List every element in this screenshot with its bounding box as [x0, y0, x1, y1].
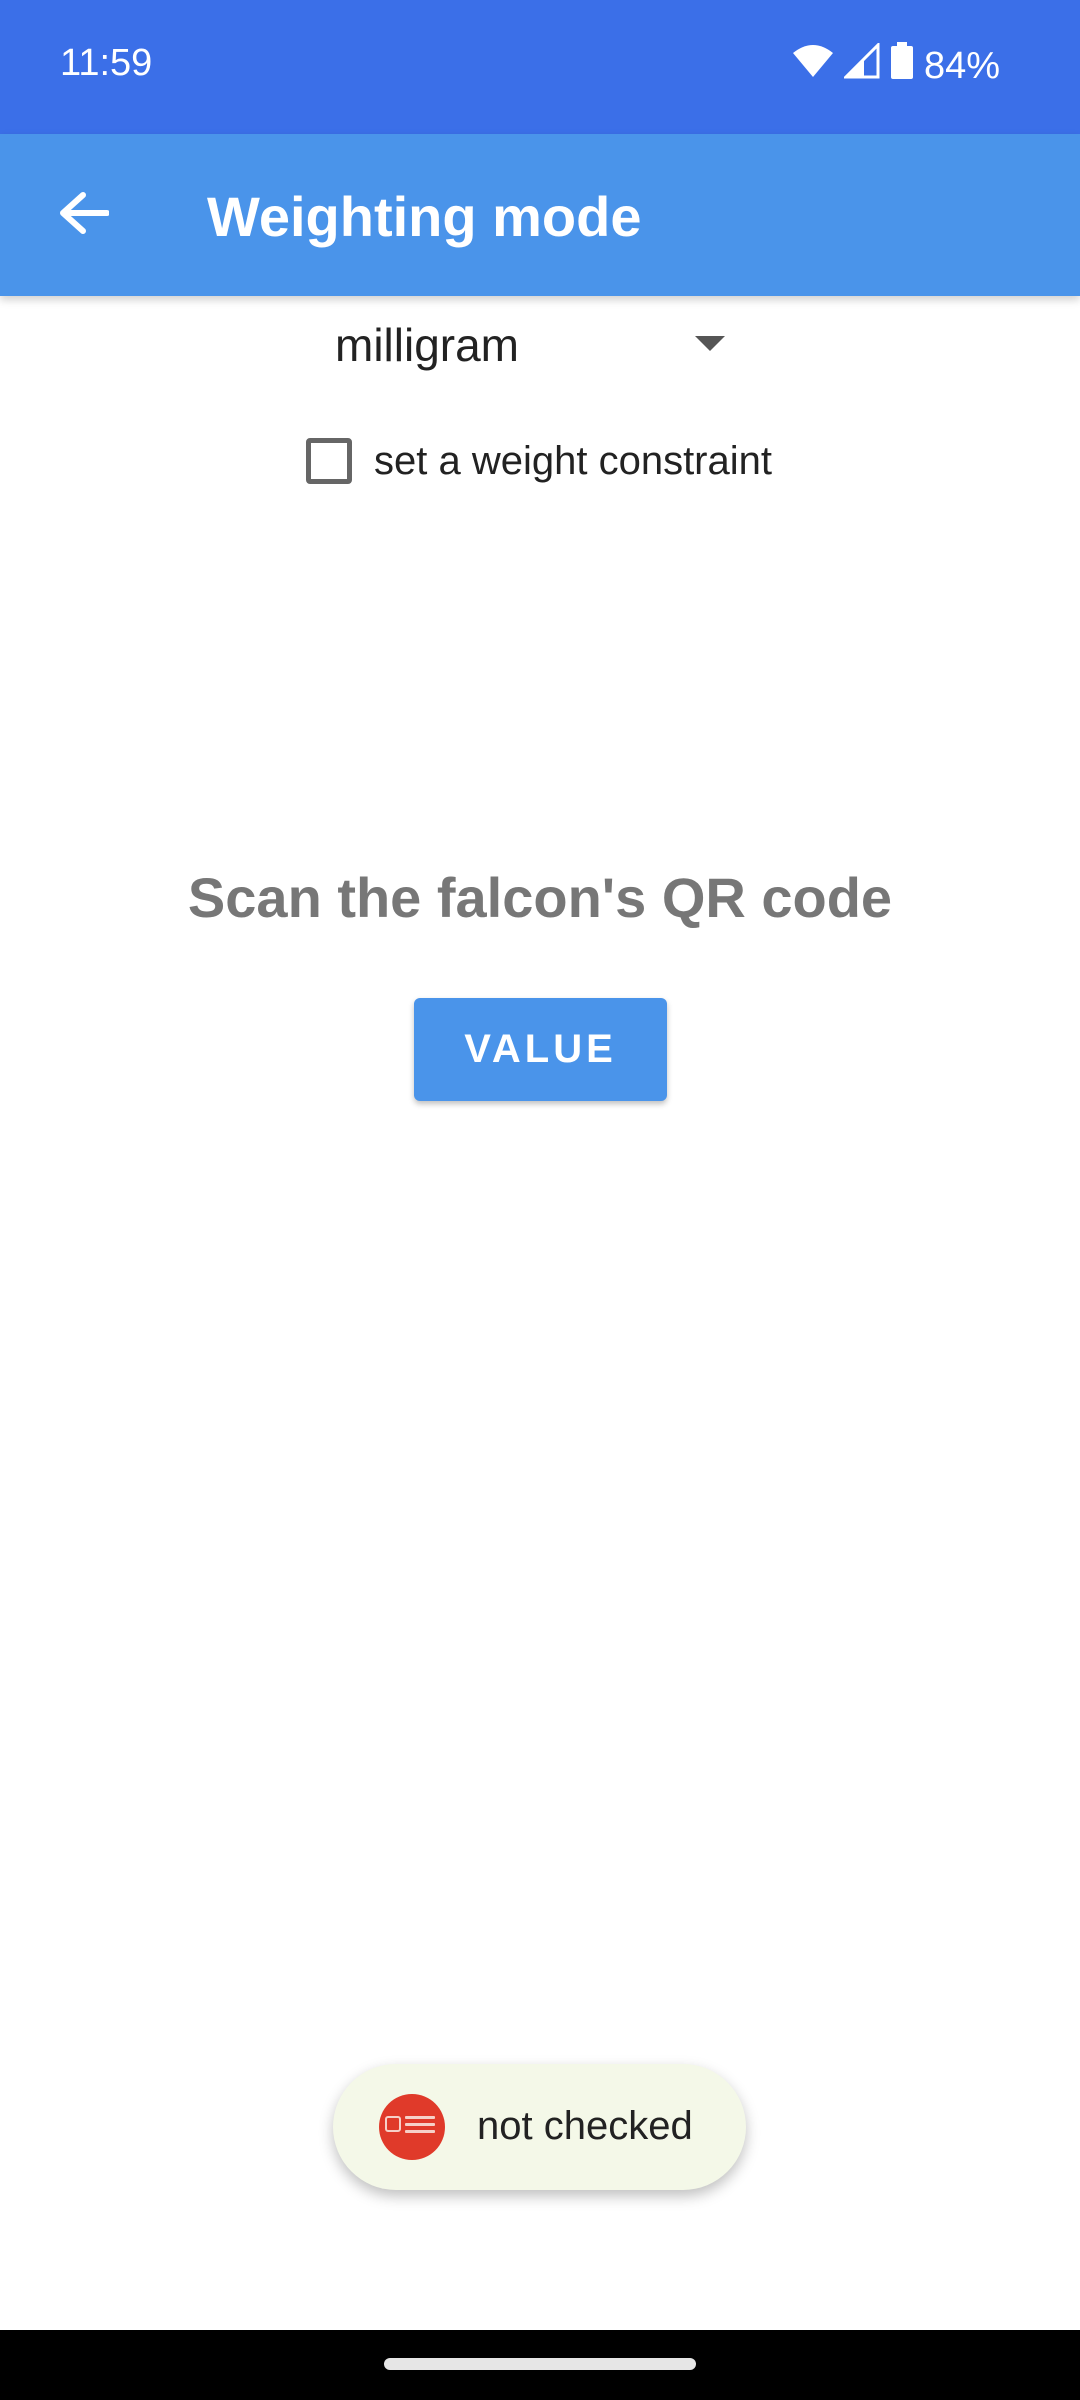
unit-spinner-value: milligram [335, 319, 519, 371]
arrow-back-icon [59, 191, 110, 240]
scan-heading: Scan the falcon's QR code [187, 866, 893, 929]
wifi-icon [792, 43, 834, 89]
unit-spinner[interactable]: milligram [315, 306, 725, 386]
back-button[interactable] [40, 171, 128, 259]
app-bar: Weighting mode [0, 134, 1080, 296]
navigation-bar [0, 2330, 1080, 2400]
weight-constraint-checkbox[interactable] [306, 438, 352, 484]
toast: not checked [333, 2064, 746, 2190]
battery-percent: 84% [923, 44, 1000, 87]
value-button[interactable]: VALUE [414, 998, 667, 1101]
battery-icon [890, 42, 914, 90]
dropdown-arrow-icon [695, 336, 725, 351]
status-time: 11:59 [60, 42, 153, 84]
status-bar: 11:59 84% [0, 0, 1080, 134]
status-icons: 84% [792, 40, 1000, 92]
toast-message: not checked [477, 2104, 693, 2148]
weight-constraint-label: set a weight constraint [374, 438, 772, 483]
signal-icon [842, 41, 880, 89]
page-title: Weighting mode [207, 185, 642, 248]
weight-constraint-checkbox-row[interactable]: set a weight constraint [306, 428, 772, 494]
home-gesture-handle[interactable] [384, 2358, 696, 2370]
app-logo-icon [379, 2094, 445, 2160]
